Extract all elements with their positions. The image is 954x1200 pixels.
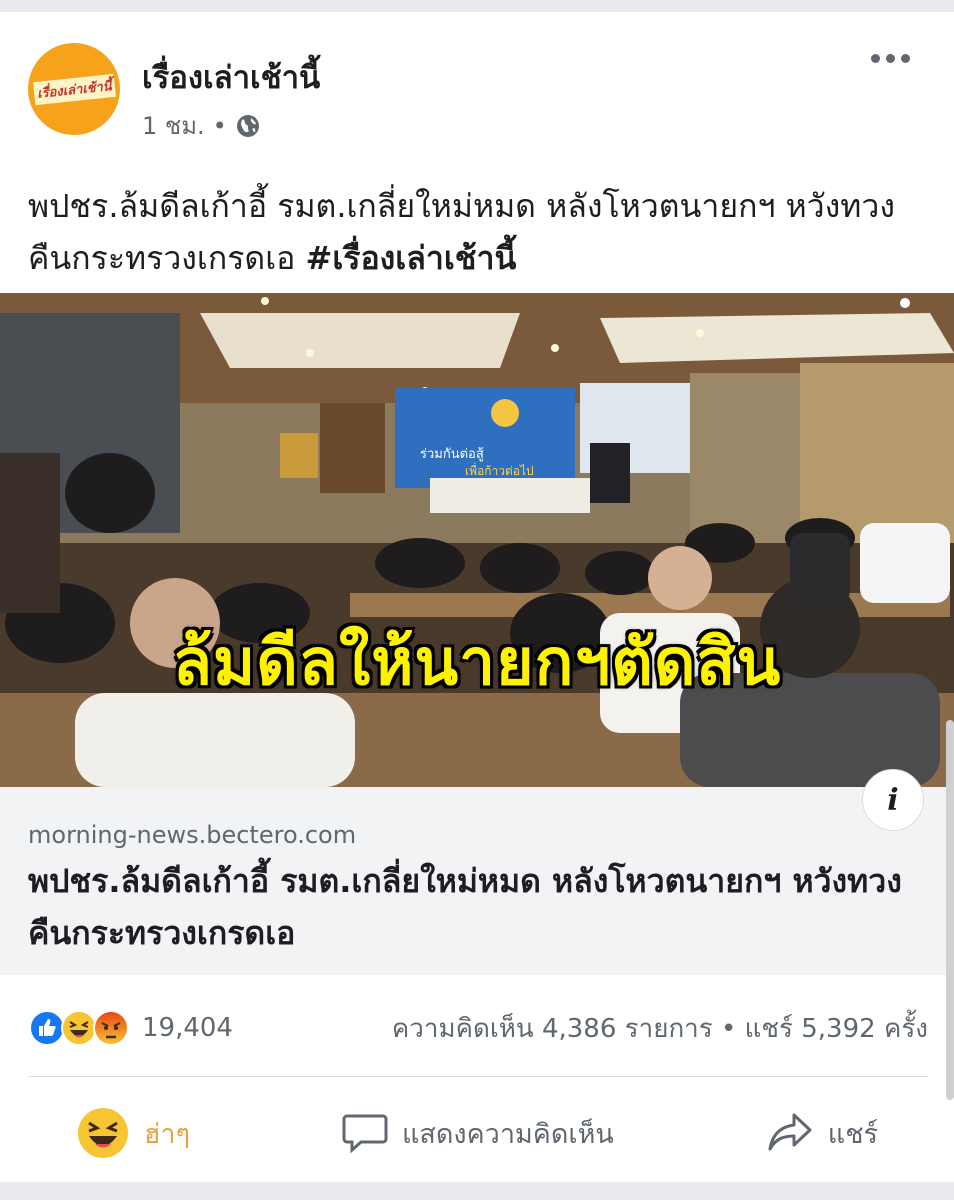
- page-name[interactable]: เรื่องเล่าเช้านี้: [142, 52, 320, 102]
- react-label: ฮ่าๆ: [143, 1118, 191, 1150]
- avatar-logo: เรื่องเล่าเช้านี้: [32, 73, 116, 105]
- reaction-summary[interactable]: 19,404: [28, 1009, 233, 1047]
- caption-hashtag[interactable]: #เรื่องเล่าเช้านี้: [306, 239, 517, 277]
- angry-reaction-icon: [93, 1010, 129, 1046]
- dot-icon: [886, 54, 895, 63]
- photo-overlay-text: ล้มดีลให้นายกฯตัดสิน: [172, 626, 782, 700]
- more-options-button[interactable]: [871, 54, 910, 63]
- post-meta: 1 ชม. •: [142, 106, 261, 145]
- link-domain: morning-news.bectero.com: [28, 821, 357, 849]
- post-photo[interactable]: ร่วมกันต่อสู้ เพื่อก้าวต่อไป ล้มดีลให้นา…: [0, 293, 954, 787]
- dot-icon: [871, 54, 880, 63]
- backdrop-text-1: ร่วมกันต่อสู้: [420, 447, 484, 462]
- comment-icon: [342, 1114, 388, 1154]
- backdrop-text-2: เพื่อก้าวต่อไป: [465, 462, 534, 478]
- action-bar: ฮ่าๆ แสดงความคิดเห็น แชร์: [0, 1100, 954, 1166]
- meta-separator: •: [212, 111, 227, 140]
- haha-icon: [77, 1108, 128, 1158]
- comments-shares-count[interactable]: ความคิดเห็น 4,386 รายการ • แชร์ 5,392 คร…: [392, 1008, 928, 1049]
- divider: [28, 1076, 928, 1077]
- page-avatar[interactable]: เรื่องเล่าเช้านี้: [28, 43, 120, 135]
- post-caption: พปชร.ล้มดีลเก้าอี้ รมต.เกลี่ยใหม่หมด หลั…: [28, 180, 928, 284]
- info-icon[interactable]: i: [862, 769, 924, 831]
- share-icon: [768, 1113, 812, 1151]
- share-label: แชร์: [827, 1118, 879, 1150]
- link-preview[interactable]: i morning-news.bectero.com พปชร.ล้มดีลเก…: [0, 769, 954, 975]
- share-button[interactable]: แชร์: [766, 1111, 878, 1155]
- comment-label: แสดงความคิดเห็น: [402, 1118, 614, 1150]
- globe-icon: [235, 113, 261, 139]
- post-card: เรื่องเล่าเช้านี้ เรื่องเล่าเช้านี้ 1 ชม…: [0, 12, 954, 1182]
- link-title[interactable]: พปชร.ล้มดีลเก้าอี้ รมต.เกลี่ยใหม่หมด หลั…: [28, 855, 928, 959]
- post-stats: 19,404 ความคิดเห็น 4,386 รายการ • แชร์ 5…: [28, 1005, 928, 1051]
- react-button[interactable]: ฮ่าๆ: [76, 1106, 190, 1160]
- scrollbar[interactable]: [946, 720, 954, 1100]
- comment-button[interactable]: แสดงความคิดเห็น: [342, 1111, 614, 1155]
- dot-icon: [901, 54, 910, 63]
- reaction-count: 19,404: [142, 1013, 233, 1043]
- post-time[interactable]: 1 ชม.: [142, 106, 205, 145]
